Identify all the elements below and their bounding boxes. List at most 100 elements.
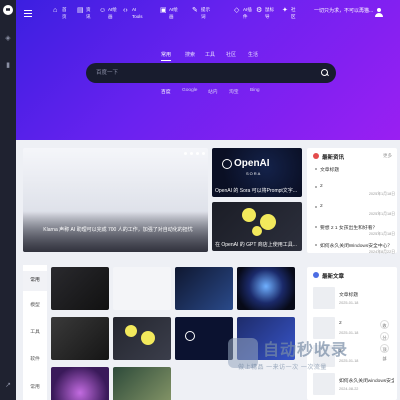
search-engine-tab[interactable]: 站内 — [208, 88, 218, 95]
promo-caption: 在 OpenAI 的 GPT 商店上使用工具... — [215, 242, 297, 248]
news-date: 2024年8月22日 — [368, 250, 395, 254]
nav-label: 词 — [201, 14, 206, 19]
search-bar — [86, 63, 336, 83]
search-engine-tab[interactable]: Bing — [250, 88, 260, 93]
news-title: 要想 2 1 女孩出生和好看？ — [320, 226, 378, 231]
grid-card[interactable] — [51, 267, 109, 310]
openai-logo-icon — [222, 159, 232, 169]
grid-card[interactable] — [51, 367, 109, 400]
watermark-title: 自动秒收录 — [263, 342, 349, 359]
nav-label: 资 — [86, 7, 91, 12]
featured-carousel[interactable]: Klarna 声称 AI 助理可以完成 700 人的工作，加强了对自动化的担忧 — [23, 148, 208, 252]
promo-card-gpt-store[interactable]: 在 OpenAI 的 GPT 商店上使用工具... — [212, 202, 302, 251]
grid-card[interactable] — [51, 317, 109, 360]
side-tab[interactable]: 软件 — [23, 350, 47, 370]
panel-title: 最新文章 — [322, 274, 345, 280]
menu-icon[interactable] — [24, 10, 32, 17]
news-title: 2 — [320, 184, 323, 189]
grid-card[interactable] — [113, 317, 171, 360]
grid-card[interactable] — [237, 267, 295, 310]
carousel-dot[interactable] — [196, 152, 199, 155]
tool-icon: ✎ — [192, 7, 198, 14]
category-tab[interactable]: 常用 — [161, 51, 172, 62]
carousel-dot[interactable] — [184, 152, 187, 155]
community-icon: ✦ — [282, 7, 288, 14]
search-engine-tab[interactable]: 淘宝 — [229, 88, 239, 95]
nav-label: 社 — [291, 7, 296, 12]
bubble-graphic — [125, 325, 137, 337]
layers-icon[interactable]: ◈ — [4, 35, 12, 43]
search-icon[interactable] — [321, 69, 328, 76]
nav-label: 画 — [169, 14, 174, 19]
nav-label: AI绘 — [108, 7, 117, 12]
news-title: 2 — [320, 204, 323, 209]
nav-label: AI — [132, 7, 137, 12]
nav-label: 首 — [62, 7, 67, 12]
side-tab[interactable]: 常用 — [23, 378, 47, 398]
article-date: 2024-08-22 — [339, 387, 359, 391]
nav-label: 导 — [265, 14, 270, 19]
bullet-icon — [315, 244, 317, 246]
carousel-dot[interactable] — [202, 152, 205, 155]
bullet-icon — [315, 206, 317, 208]
side-tab[interactable]: 工具 — [23, 323, 47, 343]
nav-label: Tools — [132, 14, 143, 19]
category-tab[interactable]: 工具 — [205, 51, 215, 58]
user-icon[interactable] — [375, 8, 383, 17]
nav-label: 区 — [291, 14, 296, 19]
category-tab[interactable]: 生活 — [248, 51, 258, 58]
grid-card[interactable] — [113, 367, 171, 400]
bullet-icon — [315, 168, 317, 170]
nav-label: 鼠标 — [265, 7, 274, 12]
bubble-graphic — [252, 226, 262, 236]
nav-label: AI插 — [243, 7, 252, 12]
side-tab[interactable]: 模型 — [23, 296, 47, 316]
news-date: 2025年1月18日 — [368, 192, 395, 196]
latest-news-panel: 最新资讯 更多 文章标题 2 2025年1月18日 2 2025年1月18日 要… — [307, 148, 397, 254]
news-date: 2025年1月18日 — [368, 212, 395, 216]
news-title: 如何永久关闭Windows安全中心？ — [320, 244, 393, 249]
share-icon[interactable]: ↗ — [4, 382, 12, 390]
left-icon-rail: ◈ ▮ ↗ — [0, 0, 16, 400]
category-tab[interactable]: 搜索 — [185, 51, 195, 58]
grid-card[interactable] — [113, 267, 171, 310]
hero-banner: ⌂ 首 页 ▤ 资 讯 ☺ AI绘 画 ‹› AI Tools ▣ AI绘 画 ✎ 提示 … — [16, 0, 400, 140]
robot-icon: ☺ — [99, 7, 107, 14]
grid-card[interactable] — [175, 317, 233, 360]
openai-logo-icon — [185, 331, 195, 341]
category-tab[interactable]: 社区 — [226, 51, 236, 58]
nav-label: 讯 — [86, 14, 91, 19]
nav-label: 提示 — [201, 7, 210, 12]
search-engine-tab[interactable]: 百度 — [161, 88, 171, 95]
back-to-top-button[interactable]: 顶部 — [380, 344, 389, 361]
nav-label: 页 — [62, 14, 67, 19]
more-link[interactable]: 更多 — [383, 153, 392, 159]
nav-label: 画 — [108, 14, 113, 19]
promo-caption: OpenAI 的 Sora 可以将Prompt文字... — [215, 188, 297, 194]
promo-sub: SORA — [246, 171, 262, 176]
promo-card-sora[interactable]: OpenAI SORA OpenAI 的 Sora 可以将Prompt文字... — [212, 148, 302, 197]
side-tab[interactable]: 常用 — [23, 271, 47, 291]
carousel-dots — [184, 152, 208, 155]
search-input[interactable] — [96, 63, 316, 83]
news-title: 文章标题 — [320, 168, 340, 173]
site-logo[interactable] — [3, 5, 13, 15]
promo-brand: OpenAI — [234, 158, 270, 169]
panel-title: 最新资讯 — [322, 155, 345, 161]
article-icon — [313, 272, 319, 278]
bubble-graphic — [141, 331, 155, 345]
bubble-graphic — [260, 214, 276, 230]
favorite-button[interactable]: 收藏 — [380, 320, 389, 337]
bookmark-icon[interactable]: ▮ — [4, 62, 12, 70]
article-title[interactable]: 如何永久关闭windows安全中心？ — [339, 377, 394, 384]
search-engine-tab[interactable]: Google — [182, 88, 197, 93]
carousel-caption: Klarna 声称 AI 助理可以完成 700 人的工作，加强了对自动化的担忧 — [43, 227, 193, 233]
nav-label: 件 — [243, 14, 248, 19]
grid-card[interactable] — [175, 267, 233, 310]
chip-icon: ◇ — [234, 7, 240, 14]
article-title[interactable]: 文章标题 — [339, 291, 394, 298]
share-button[interactable]: 分享 — [380, 332, 389, 349]
article-thumbnail[interactable] — [313, 373, 335, 395]
article-thumbnail[interactable] — [313, 287, 335, 309]
carousel-dot[interactable] — [190, 152, 193, 155]
